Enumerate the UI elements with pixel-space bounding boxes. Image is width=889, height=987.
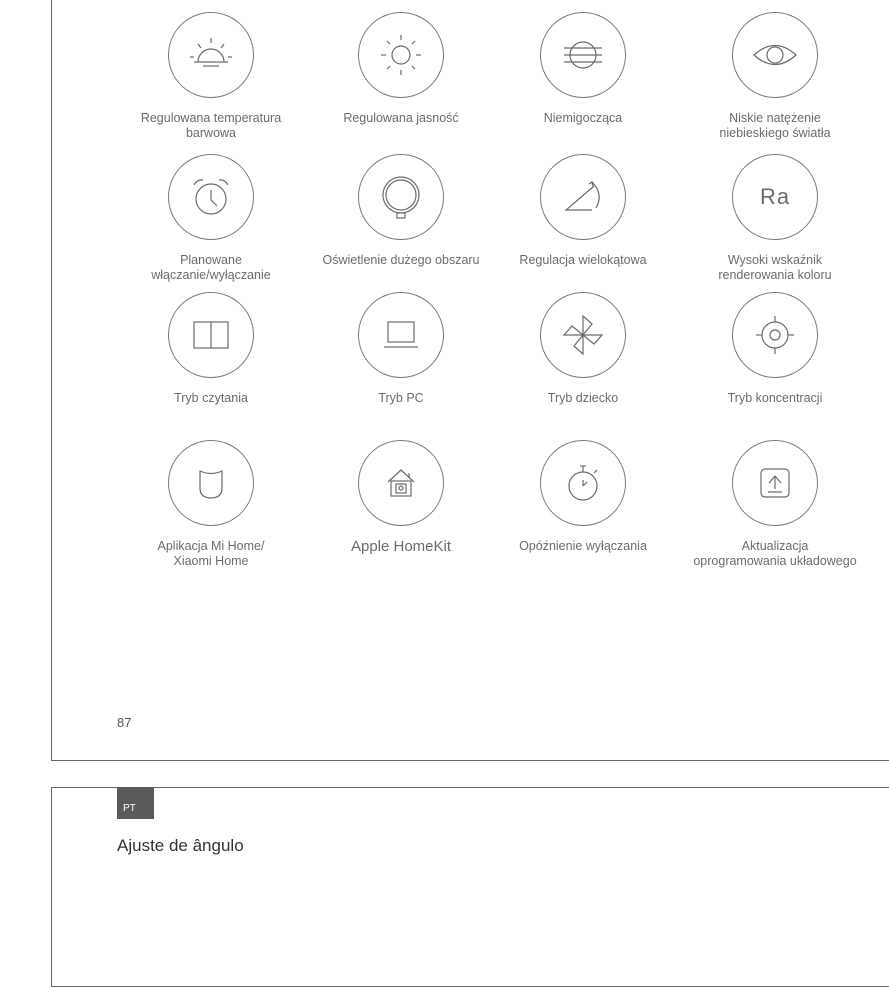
- section-title: Ajuste de ângulo: [117, 836, 244, 855]
- feature-scheduled-on-off: Planowane włączanie/wyłączanie: [116, 154, 306, 283]
- feature-brightness: Regulowana jasność: [306, 12, 496, 126]
- sunrise-icon: [168, 12, 254, 98]
- feature-pc-mode: Tryb PC: [306, 292, 496, 406]
- feature-label: Tryb dziecko: [547, 391, 619, 405]
- feature-label: Niskie natężenie niebieskiego światła: [719, 111, 831, 140]
- feature-label: Tryb czytania: [174, 391, 248, 405]
- language-tab: PT: [117, 787, 154, 819]
- angle-adjust-icon: [540, 154, 626, 240]
- homekit-icon: [358, 440, 444, 526]
- laptop-icon: [358, 292, 444, 378]
- feature-reading-mode: Tryb czytania: [116, 292, 306, 406]
- page-number: 87: [117, 715, 132, 730]
- pinwheel-icon: [540, 292, 626, 378]
- mi-home-icon: [168, 440, 254, 526]
- feature-label: Oświetlenie dużego obszaru: [322, 253, 480, 267]
- feature-label: Niemigocząca: [543, 111, 623, 125]
- feature-label: Apple HomeKit: [350, 538, 452, 555]
- feature-firmware-update: Aktualizacja oprogramowania układowego: [680, 440, 870, 569]
- feature-label: Regulowana temperatura barwowa: [140, 111, 282, 140]
- feature-flicker-free: Niemigocząca: [488, 12, 678, 126]
- feature-label: Wysoki wskaźnik renderowania koloru: [718, 253, 832, 282]
- feature-delayed-shutdown: Opóźnienie wyłączania: [488, 440, 678, 554]
- feature-label: Tryb koncentracji: [727, 391, 823, 405]
- alarm-clock-icon: [168, 154, 254, 240]
- ra-icon-text: Ra: [759, 184, 791, 209]
- feature-apple-homekit: Apple HomeKit: [306, 440, 496, 554]
- feature-high-cri: Ra Wysoki wskaźnik renderowania koloru: [680, 154, 870, 283]
- feature-wide-area-lighting: Oświetlenie dużego obszaru: [306, 154, 496, 268]
- sun-icon: [358, 12, 444, 98]
- feature-color-temperature: Regulowana temperatura barwowa: [116, 12, 306, 141]
- ra-icon: Ra: [732, 154, 818, 240]
- next-page-frame: [51, 787, 889, 987]
- feature-focus-mode: Tryb koncentracji: [680, 292, 870, 406]
- feature-low-blue-light: Niskie natężenie niebieskiego światła: [680, 12, 870, 141]
- stopwatch-icon: [540, 440, 626, 526]
- book-icon: [168, 292, 254, 378]
- flicker-free-icon: [540, 12, 626, 98]
- feature-label: Regulowana jasność: [343, 111, 459, 125]
- firmware-update-icon: [732, 440, 818, 526]
- feature-label: Aktualizacja oprogramowania układowego: [693, 539, 857, 568]
- lamp-circle-icon: [358, 154, 444, 240]
- feature-label: Regulacja wielokątowa: [519, 253, 647, 267]
- feature-label: Aplikacja Mi Home/ Xiaomi Home: [157, 539, 265, 568]
- feature-mi-home-app: Aplikacja Mi Home/ Xiaomi Home: [116, 440, 306, 569]
- feature-label: Tryb PC: [378, 391, 424, 405]
- feature-child-mode: Tryb dziecko: [488, 292, 678, 406]
- target-icon: [732, 292, 818, 378]
- feature-label: Planowane włączanie/wyłączanie: [151, 253, 271, 282]
- eye-icon: [732, 12, 818, 98]
- feature-multi-angle-adjust: Regulacja wielokątowa: [488, 154, 678, 268]
- feature-label: Opóźnienie wyłączania: [519, 539, 647, 553]
